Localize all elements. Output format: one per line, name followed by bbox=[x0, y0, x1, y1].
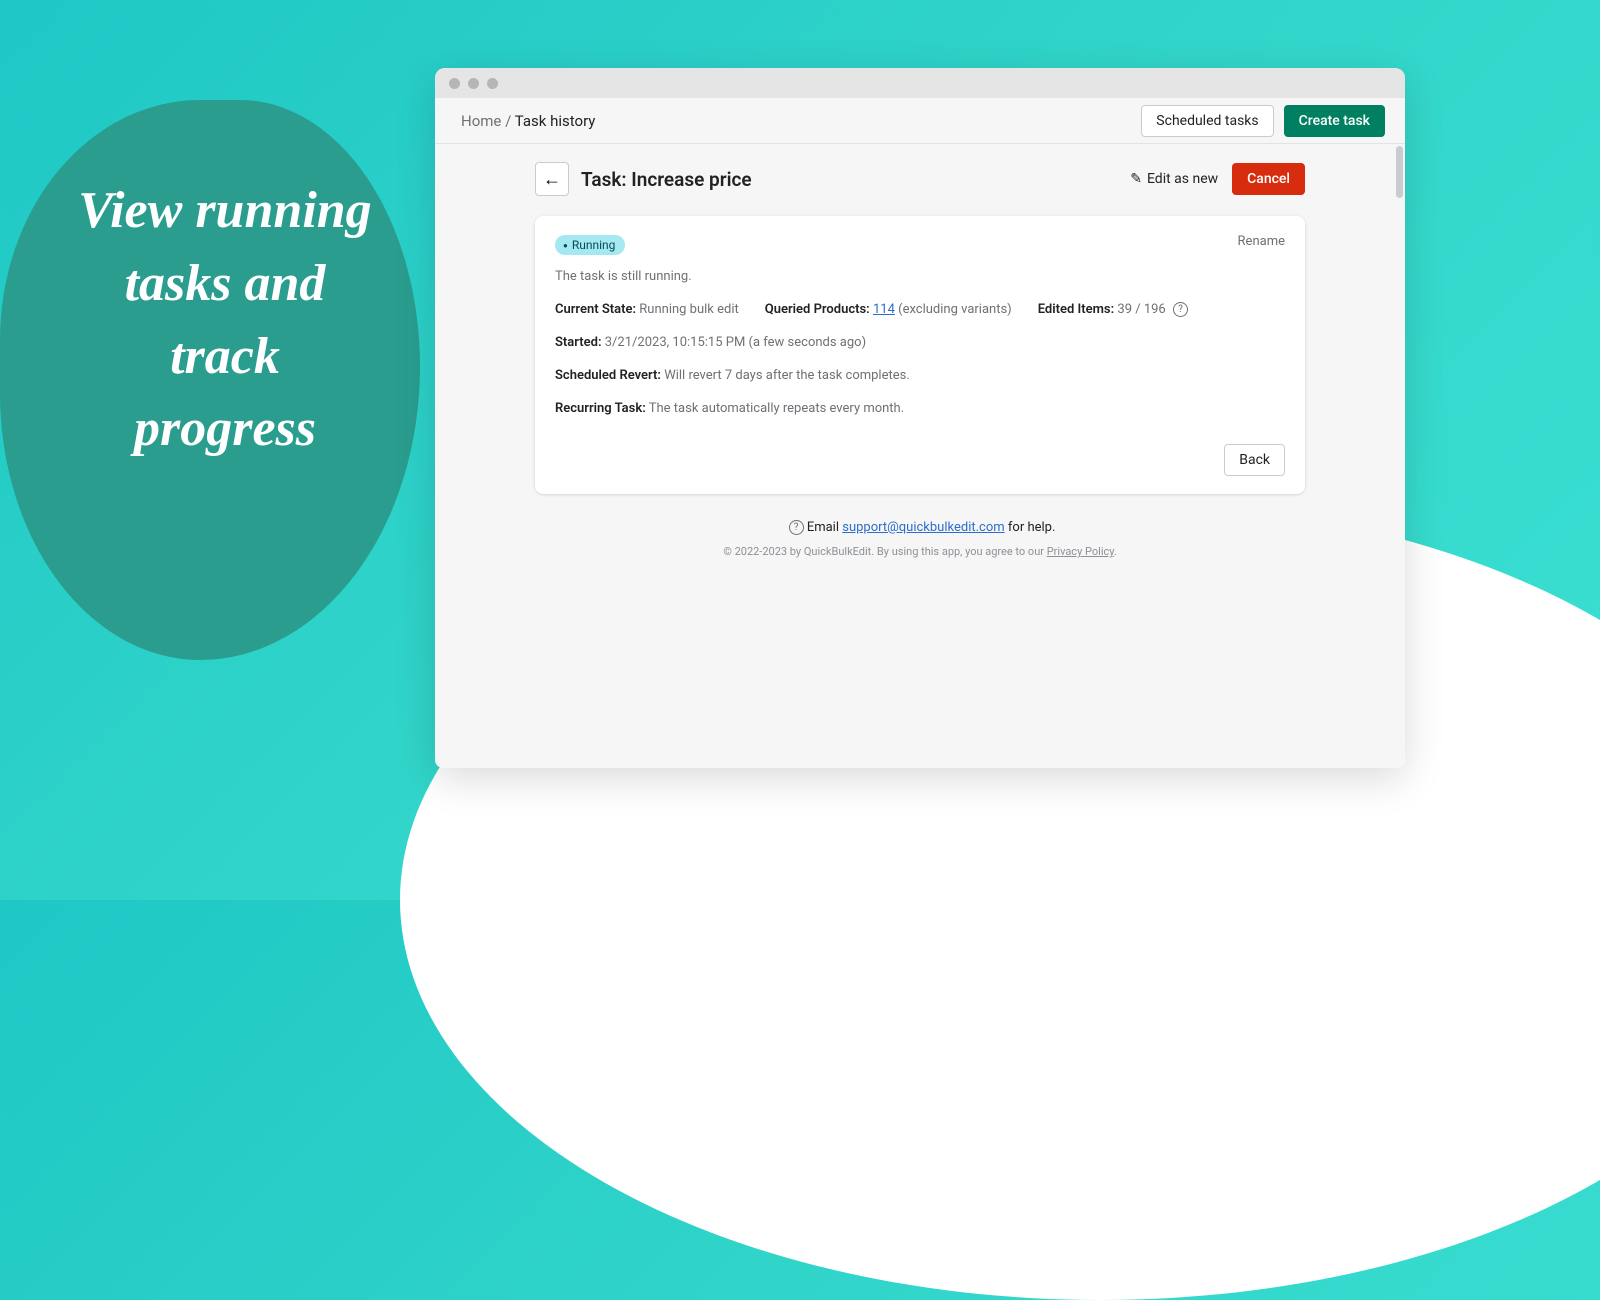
current-state-label: Current State: bbox=[555, 302, 636, 317]
help-suffix: for help. bbox=[1005, 520, 1056, 535]
queried-label: Queried Products: bbox=[765, 302, 870, 317]
content-inner: ← Task: Increase price ✎ Edit as new Can… bbox=[535, 144, 1305, 576]
edited-label: Edited Items: bbox=[1038, 302, 1114, 317]
info-row-main: Current State: Running bulk edit Queried… bbox=[555, 302, 1285, 317]
footer-help: ? Email support@quickbulkedit.com for he… bbox=[535, 520, 1305, 535]
revert-value: Will revert 7 days after the task comple… bbox=[664, 368, 910, 383]
queried-products: Queried Products: 114 (excluding variant… bbox=[765, 302, 1012, 317]
edited-value: 39 / 196 bbox=[1117, 302, 1165, 317]
window-min-dot[interactable] bbox=[468, 78, 479, 89]
legal-suffix: . bbox=[1114, 545, 1117, 558]
edit-as-new-button[interactable]: ✎ Edit as new bbox=[1130, 171, 1218, 187]
header-bar: Home / Task history Scheduled tasks Crea… bbox=[435, 98, 1405, 144]
help-icon-footer: ? bbox=[789, 520, 804, 535]
edit-as-new-label: Edit as new bbox=[1147, 171, 1218, 187]
rename-link[interactable]: Rename bbox=[1238, 234, 1285, 249]
help-prefix: Email bbox=[807, 520, 842, 535]
edited-items: Edited Items: 39 / 196 ? bbox=[1038, 302, 1188, 317]
scrollbar[interactable] bbox=[1396, 146, 1403, 198]
promo-headline: View running tasks and track progress bbox=[75, 175, 375, 466]
started-value: 3/21/2023, 10:15:15 PM (a few seconds ag… bbox=[605, 335, 866, 350]
breadcrumb-current: Task history bbox=[515, 112, 596, 130]
help-icon[interactable]: ? bbox=[1173, 302, 1188, 317]
current-state-value: Running bulk edit bbox=[639, 302, 738, 317]
queried-note: (excluding variants) bbox=[898, 302, 1012, 317]
breadcrumb-sep: / bbox=[505, 112, 511, 130]
scheduled-tasks-button[interactable]: Scheduled tasks bbox=[1141, 105, 1273, 137]
breadcrumb-home[interactable]: Home bbox=[461, 112, 501, 130]
started-block: Started: 3/21/2023, 10:15:15 PM (a few s… bbox=[555, 335, 1285, 350]
task-header-left: ← Task: Increase price bbox=[535, 162, 752, 196]
cancel-button[interactable]: Cancel bbox=[1232, 163, 1305, 195]
task-title: Task: Increase price bbox=[581, 168, 752, 191]
task-header: ← Task: Increase price ✎ Edit as new Can… bbox=[535, 162, 1305, 196]
recurring-label: Recurring Task: bbox=[555, 401, 646, 416]
legal-prefix: © 2022-2023 by QuickBulkEdit. By using t… bbox=[723, 545, 1047, 558]
revert-block: Scheduled Revert: Will revert 7 days aft… bbox=[555, 368, 1285, 383]
status-text: The task is still running. bbox=[555, 269, 1285, 284]
task-card: Rename Running The task is still running… bbox=[535, 216, 1305, 494]
recurring-value: The task automatically repeats every mon… bbox=[649, 401, 904, 416]
pencil-icon: ✎ bbox=[1130, 171, 1142, 187]
footer-legal: © 2022-2023 by QuickBulkEdit. By using t… bbox=[535, 545, 1305, 558]
arrow-left-icon: ← bbox=[543, 169, 561, 190]
current-state: Current State: Running bulk edit bbox=[555, 302, 739, 317]
app-window: Home / Task history Scheduled tasks Crea… bbox=[435, 68, 1405, 768]
header-actions: Scheduled tasks Create task bbox=[1141, 105, 1385, 137]
window-titlebar bbox=[435, 68, 1405, 98]
window-close-dot[interactable] bbox=[449, 78, 460, 89]
revert-label: Scheduled Revert: bbox=[555, 368, 661, 383]
window-max-dot[interactable] bbox=[487, 78, 498, 89]
content-scroll: ← Task: Increase price ✎ Edit as new Can… bbox=[435, 144, 1405, 768]
back-arrow-button[interactable]: ← bbox=[535, 162, 569, 196]
started-label: Started: bbox=[555, 335, 602, 350]
support-email-link[interactable]: support@quickbulkedit.com bbox=[842, 520, 1004, 535]
back-button[interactable]: Back bbox=[1224, 444, 1285, 476]
status-badge: Running bbox=[555, 235, 625, 255]
privacy-policy-link[interactable]: Privacy Policy bbox=[1047, 545, 1114, 558]
recurring-block: Recurring Task: The task automatically r… bbox=[555, 401, 1285, 416]
queried-value-link[interactable]: 114 bbox=[873, 302, 895, 317]
task-header-right: ✎ Edit as new Cancel bbox=[1130, 163, 1305, 195]
card-footer: Back bbox=[555, 444, 1285, 476]
breadcrumb: Home / Task history bbox=[461, 112, 595, 130]
create-task-button[interactable]: Create task bbox=[1284, 105, 1385, 137]
